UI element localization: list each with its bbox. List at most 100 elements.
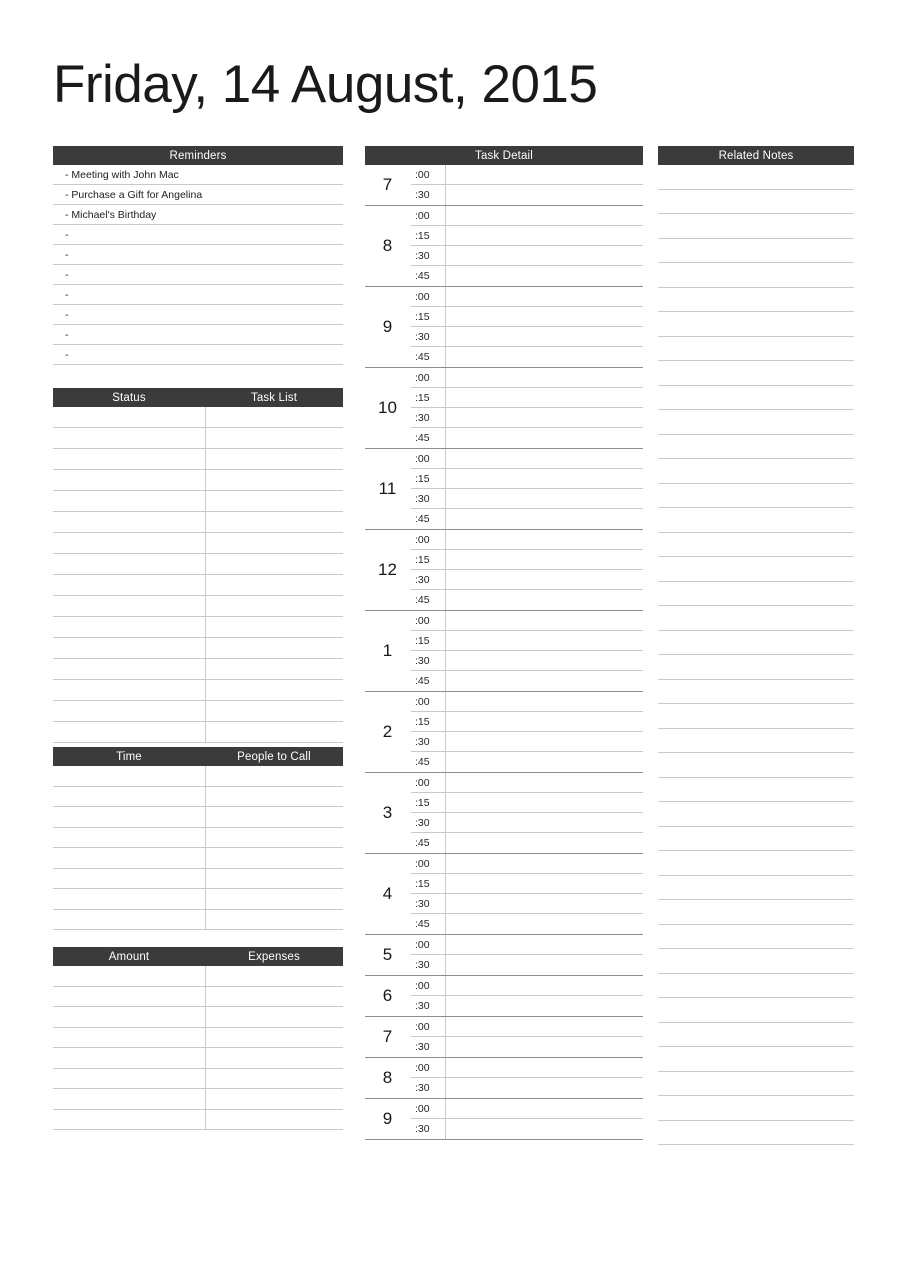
note-line[interactable] [658, 778, 854, 802]
schedule-slot-entry[interactable] [446, 266, 643, 286]
table-row[interactable] [53, 659, 343, 680]
schedule-slot[interactable]: :30 [411, 813, 643, 833]
schedule-slot-entry[interactable] [446, 692, 643, 711]
schedule-slot[interactable]: :15 [411, 631, 643, 651]
schedule-slot-entry[interactable] [446, 651, 643, 670]
schedule-slot[interactable]: :15 [411, 550, 643, 570]
schedule-slot-entry[interactable] [446, 449, 643, 468]
reminder-row[interactable]: - [53, 345, 343, 365]
schedule-slot-entry[interactable] [446, 914, 643, 934]
schedule-slot[interactable]: :00 [411, 530, 643, 550]
schedule-slot-entry[interactable] [446, 206, 643, 225]
schedule-slot-entry[interactable] [446, 611, 643, 630]
schedule-slot-entry[interactable] [446, 530, 643, 549]
schedule-slot[interactable]: :15 [411, 874, 643, 894]
note-line[interactable] [658, 974, 854, 998]
schedule-slot[interactable]: :00 [411, 1058, 643, 1078]
table-row[interactable] [53, 1069, 343, 1089]
schedule-slot-entry[interactable] [446, 935, 643, 954]
schedule-slot[interactable]: :30 [411, 732, 643, 752]
note-line[interactable] [658, 876, 854, 900]
table-row[interactable] [53, 512, 343, 533]
schedule-slot[interactable]: :30 [411, 1119, 643, 1139]
note-line[interactable] [658, 361, 854, 386]
reminder-row[interactable]: - Purchase a Gift for Angelina [53, 185, 343, 205]
schedule-slot[interactable]: :00 [411, 854, 643, 874]
schedule-slot[interactable]: :30 [411, 570, 643, 590]
note-line[interactable] [658, 802, 854, 827]
schedule-slot-entry[interactable] [446, 712, 643, 731]
schedule-slot[interactable]: :45 [411, 428, 643, 448]
schedule-slot-entry[interactable] [446, 1017, 643, 1036]
table-row[interactable] [53, 533, 343, 554]
table-row[interactable] [53, 987, 343, 1007]
schedule-slot-entry[interactable] [446, 631, 643, 650]
schedule-slot[interactable]: :00 [411, 935, 643, 955]
schedule-slot[interactable]: :45 [411, 671, 643, 691]
schedule-slot[interactable]: :00 [411, 206, 643, 226]
note-line[interactable] [658, 582, 854, 606]
note-line[interactable] [658, 508, 854, 533]
note-line[interactable] [658, 606, 854, 631]
table-row[interactable] [53, 828, 343, 848]
schedule-slot-entry[interactable] [446, 1037, 643, 1057]
schedule-slot[interactable]: :00 [411, 368, 643, 388]
schedule-slot[interactable]: :15 [411, 388, 643, 408]
table-row[interactable] [53, 1007, 343, 1028]
schedule-slot-entry[interactable] [446, 955, 643, 975]
table-row[interactable] [53, 407, 343, 428]
schedule-slot-entry[interactable] [446, 428, 643, 448]
table-row[interactable] [53, 554, 343, 575]
schedule-slot-entry[interactable] [446, 1058, 643, 1077]
note-line[interactable] [658, 680, 854, 704]
note-line[interactable] [658, 410, 854, 435]
table-row[interactable] [53, 1089, 343, 1110]
schedule-slot-entry[interactable] [446, 1099, 643, 1118]
table-row[interactable] [53, 680, 343, 701]
schedule-slot[interactable]: :45 [411, 914, 643, 934]
table-row[interactable] [53, 596, 343, 617]
schedule-slot[interactable]: :45 [411, 590, 643, 610]
schedule-slot[interactable]: :45 [411, 752, 643, 772]
schedule-slot[interactable]: :15 [411, 469, 643, 489]
schedule-slot-entry[interactable] [446, 165, 643, 184]
schedule-slot[interactable]: :45 [411, 509, 643, 529]
note-line[interactable] [658, 827, 854, 851]
schedule-slot-entry[interactable] [446, 732, 643, 751]
note-line[interactable] [658, 263, 854, 288]
schedule-slot-entry[interactable] [446, 793, 643, 812]
schedule-slot[interactable]: :30 [411, 489, 643, 509]
note-line[interactable] [658, 900, 854, 925]
note-line[interactable] [658, 288, 854, 312]
reminder-row[interactable]: - [53, 305, 343, 325]
schedule-slot[interactable]: :00 [411, 287, 643, 307]
schedule-slot-entry[interactable] [446, 996, 643, 1016]
note-line[interactable] [658, 1023, 854, 1047]
note-line[interactable] [658, 165, 854, 190]
schedule-slot[interactable]: :15 [411, 226, 643, 246]
table-row[interactable] [53, 491, 343, 512]
reminder-row[interactable]: - [53, 285, 343, 305]
note-line[interactable] [658, 753, 854, 778]
note-line[interactable] [658, 729, 854, 753]
schedule-slot-entry[interactable] [446, 590, 643, 610]
table-row[interactable] [53, 889, 343, 910]
note-line[interactable] [658, 459, 854, 484]
note-line[interactable] [658, 214, 854, 239]
table-row[interactable] [53, 787, 343, 807]
schedule-slot-entry[interactable] [446, 671, 643, 691]
schedule-slot[interactable]: :00 [411, 165, 643, 185]
table-row[interactable] [53, 575, 343, 596]
schedule-slot-entry[interactable] [446, 287, 643, 306]
note-line[interactable] [658, 533, 854, 557]
schedule-slot-entry[interactable] [446, 469, 643, 488]
note-line[interactable] [658, 190, 854, 214]
schedule-slot-entry[interactable] [446, 874, 643, 893]
table-row[interactable] [53, 449, 343, 470]
schedule-slot-entry[interactable] [446, 368, 643, 387]
schedule-slot[interactable]: :45 [411, 347, 643, 367]
table-row[interactable] [53, 910, 343, 930]
schedule-slot-entry[interactable] [446, 185, 643, 205]
schedule-slot[interactable]: :30 [411, 894, 643, 914]
schedule-slot[interactable]: :00 [411, 1017, 643, 1037]
